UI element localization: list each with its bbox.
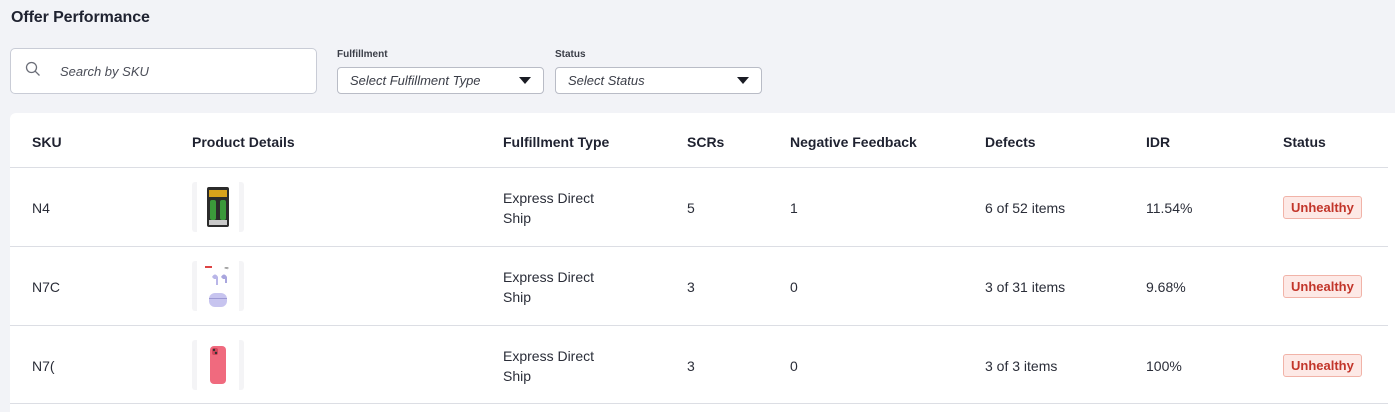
status-select[interactable]: Select Status [555, 67, 762, 94]
fulfillment-type-line2: Ship [503, 289, 532, 305]
status-badge: Unhealthy [1283, 196, 1362, 219]
search-input[interactable] [60, 63, 290, 79]
status-badge: Unhealthy [1283, 354, 1362, 377]
header-status: Status [1283, 134, 1326, 150]
sku-cell[interactable]: N7C [32, 279, 60, 295]
fulfillment-type-line1: Express Direct [503, 269, 595, 285]
defects-cell: 6 of 52 items [985, 200, 1066, 216]
status-select-value: Select Status [568, 73, 645, 88]
fulfillment-type-cell: Express Direct Ship [503, 188, 633, 228]
fulfillment-type-line1: Express Direct [503, 348, 595, 364]
status-filter-label: Status [555, 49, 586, 60]
header-scrs: SCRs [687, 134, 725, 150]
sku-cell[interactable]: N7( [32, 358, 55, 374]
idr-cell: 9.68% [1146, 279, 1186, 295]
battery-pack-image[interactable] [192, 182, 244, 232]
search-icon [25, 61, 41, 82]
fulfillment-type-line2: Ship [503, 368, 532, 384]
fulfillment-select[interactable]: Select Fulfillment Type [337, 67, 544, 94]
chevron-down-icon [737, 77, 749, 84]
scrs-cell: 5 [687, 200, 695, 216]
sku-cell[interactable]: N4 [32, 200, 50, 216]
fulfillment-select-value: Select Fulfillment Type [350, 73, 481, 88]
table-row[interactable]: N4 Express Direct Ship 5 1 6 of 52 items… [10, 167, 1388, 246]
negative-feedback-cell: 1 [790, 200, 798, 216]
defects-cell: 3 of 31 items [985, 279, 1066, 295]
negative-feedback-cell: 0 [790, 358, 798, 374]
scrs-cell: 3 [687, 358, 695, 374]
idr-cell: 100% [1146, 358, 1182, 374]
chevron-down-icon [519, 77, 531, 84]
header-sku: SKU [32, 134, 62, 150]
fulfillment-type-cell: Express Direct Ship [503, 346, 633, 386]
header-idr: IDR [1146, 134, 1171, 150]
table-row[interactable]: N7( Express Direct Ship 3 0 3 of 3 items… [10, 325, 1388, 404]
search-box[interactable] [10, 48, 317, 94]
fulfillment-type-line2: Ship [503, 210, 532, 226]
defects-cell: 3 of 3 items [985, 358, 1058, 374]
fulfillment-filter-label: Fulfillment [337, 49, 388, 60]
fulfillment-type-line1: Express Direct [503, 190, 595, 206]
svg-text:≈: ≈ [224, 265, 229, 272]
scrs-cell: 3 [687, 279, 695, 295]
header-defects: Defects [985, 134, 1036, 150]
earbuds-image[interactable]: ≈ [192, 261, 244, 311]
status-badge: Unhealthy [1283, 275, 1362, 298]
table-row[interactable]: N7C ≈ Express Direct Ship 3 0 3 of 31 it… [10, 246, 1388, 325]
negative-feedback-cell: 0 [790, 279, 798, 295]
header-product-details: Product Details [192, 134, 295, 150]
phone-case-image[interactable] [192, 340, 244, 390]
header-fulfillment-type: Fulfillment Type [503, 134, 610, 150]
idr-cell: 11.54% [1146, 200, 1193, 216]
page-title: Offer Performance [11, 9, 150, 26]
offer-performance-table: SKU Product Details Fulfillment Type SCR… [10, 113, 1395, 412]
fulfillment-type-cell: Express Direct Ship [503, 267, 633, 307]
header-negative-feedback: Negative Feedback [790, 134, 917, 150]
